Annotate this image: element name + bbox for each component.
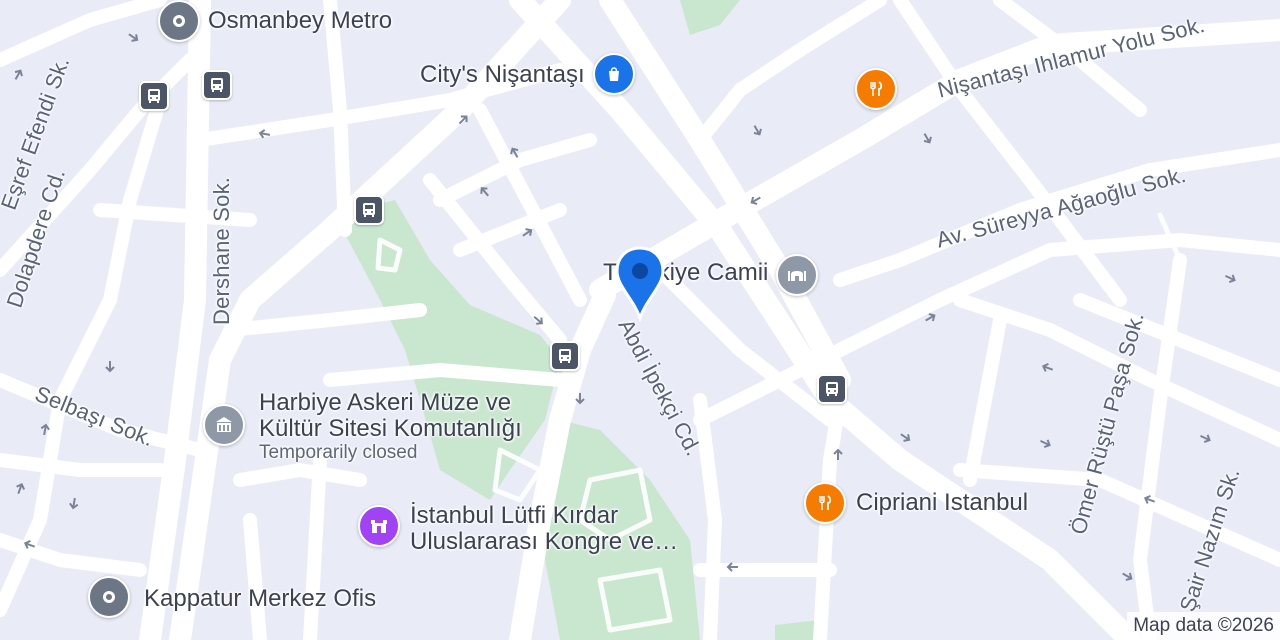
- poi-name: City's Nişantaşı: [420, 61, 585, 88]
- mosque-icon: [776, 254, 819, 296]
- bus-stop-icon[interactable]: [354, 195, 384, 225]
- restaurant-icon: [804, 482, 846, 524]
- poi-status: Temporarily closed: [259, 442, 418, 463]
- poi-citys-nisantasi[interactable]: City's Nişantaşı: [420, 53, 635, 95]
- poi-name-line2: Uluslararası Kongre ve…: [410, 528, 679, 555]
- location-pin-icon[interactable]: [613, 244, 667, 327]
- poi-name-line1: Harbiye Askeri Müze ve: [259, 389, 512, 416]
- bus-stop-icon[interactable]: [139, 81, 169, 111]
- park-area: [680, 0, 740, 35]
- map-canvas[interactable]: Nişantaşı Ihlamur Yolu Sok. Av. Süreyya …: [0, 0, 1280, 640]
- poi-kappatur-merkez-ofis[interactable]: Kappatur Merkez Ofis: [88, 576, 376, 618]
- poi-name: Cipriani Istanbul: [856, 489, 1029, 516]
- map-attribution: Map data ©2026: [1127, 612, 1280, 640]
- street-label: Dershane Sok.: [209, 176, 234, 325]
- event-venue-icon: [358, 505, 400, 547]
- poi-name-line1: İstanbul Lütfi Kırdar: [410, 502, 619, 529]
- poi-osmanbey-metro[interactable]: Osmanbey Metro: [158, 0, 392, 42]
- restaurant-icon: [855, 68, 897, 110]
- shopping-bag-icon: [592, 53, 635, 95]
- poi-cipriani-istanbul[interactable]: Cipriani Istanbul: [804, 482, 1028, 524]
- bus-stop-icon[interactable]: [550, 341, 580, 371]
- poi-restaurant[interactable]: [855, 68, 897, 110]
- place-icon: [88, 576, 130, 618]
- poi-harbiye-askeri-muze[interactable]: Harbiye Askeri Müze ve Kültür Sitesi Kom…: [203, 390, 522, 464]
- place-icon: [158, 0, 200, 42]
- bus-stop-icon[interactable]: [202, 70, 232, 100]
- poi-name: Kappatur Merkez Ofis: [144, 585, 377, 612]
- museum-icon: [203, 404, 245, 446]
- poi-lutfi-kirdar[interactable]: İstanbul Lütfi Kırdar Uluslararası Kongr…: [358, 503, 678, 555]
- poi-name: Osmanbey Metro: [208, 7, 393, 34]
- poi-name-line2: Kültür Sitesi Komutanlığı: [259, 415, 522, 442]
- bus-stop-icon[interactable]: [817, 374, 847, 404]
